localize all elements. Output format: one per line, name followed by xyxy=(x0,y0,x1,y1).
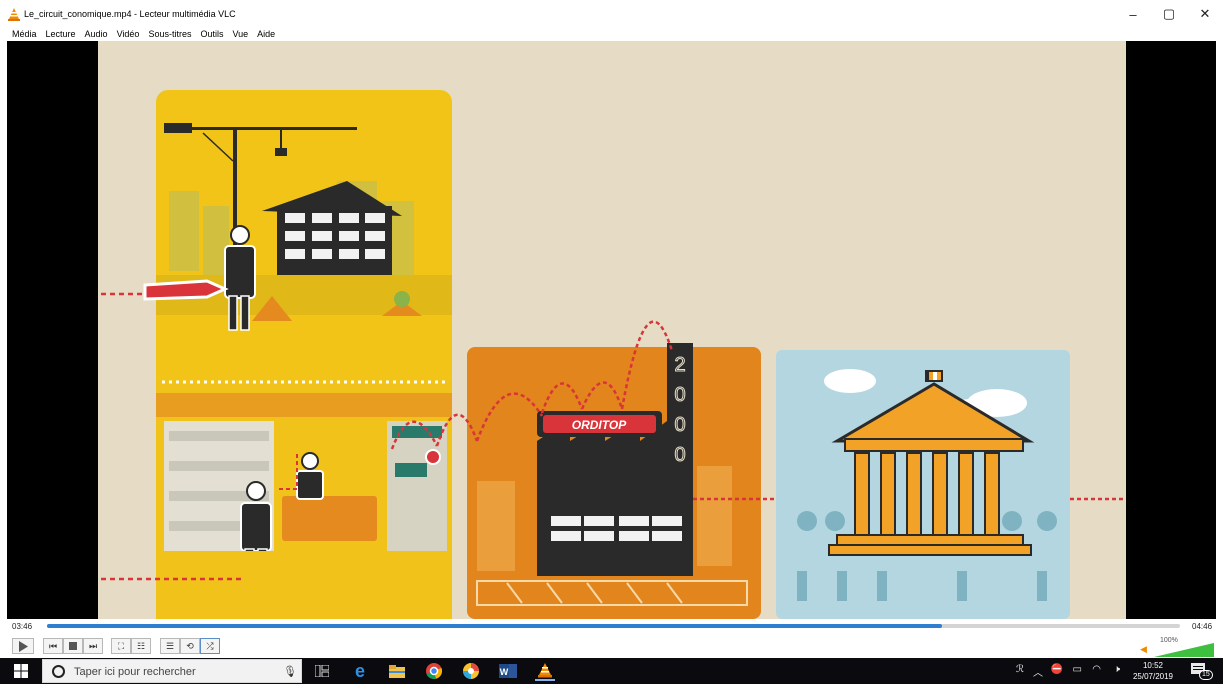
menu-video[interactable]: Vidéo xyxy=(117,29,140,39)
chimney-digit: 0 xyxy=(674,444,685,466)
shuffle-icon: ⤮ xyxy=(206,640,214,651)
search-placeholder: Taper ici pour rechercher xyxy=(74,666,196,678)
menu-help[interactable]: Aide xyxy=(257,29,275,39)
seek-progress xyxy=(47,624,943,628)
volume-control[interactable]: ◀ 100% xyxy=(1140,637,1216,657)
battery-icon[interactable]: ▭ xyxy=(1073,664,1082,675)
seek-bar-row: 03:46 04:46 xyxy=(0,619,1223,634)
window-title: Le_circuit_conomique.mp4 - Lecteur multi… xyxy=(24,9,236,19)
notification-badge: 15 xyxy=(1199,670,1213,680)
menu-bar: Média Lecture Audio Vidéo Sous-titres Ou… xyxy=(0,27,1223,41)
chimney-digit: 2 xyxy=(674,354,685,376)
microphone-icon[interactable]: 🎙 xyxy=(283,665,297,678)
restore-button[interactable]: ▢ xyxy=(1151,0,1187,28)
next-icon: ⏭ xyxy=(88,640,98,651)
minimize-button[interactable]: – xyxy=(1115,0,1151,28)
task-view-icon[interactable] xyxy=(312,661,332,681)
playlist-icon: ☰ xyxy=(165,640,175,651)
close-button[interactable]: ✕ xyxy=(1187,0,1223,28)
stop-icon xyxy=(69,642,77,650)
volume-slider[interactable] xyxy=(1154,643,1214,657)
people-icon[interactable]: ℛ xyxy=(1016,664,1024,675)
stop-button[interactable] xyxy=(63,638,83,654)
cortana-icon xyxy=(52,665,65,678)
windows-taskbar: Taper ici pour rechercher 🎙 e W ℛ ︿ ⛔ ▭ … xyxy=(0,658,1223,684)
action-center-button[interactable]: 15 xyxy=(1191,663,1213,680)
word-icon[interactable]: W xyxy=(498,661,518,681)
fullscreen-button[interactable]: ⛶ xyxy=(111,638,131,654)
play-button[interactable] xyxy=(12,638,34,654)
clock-date: 25/07/2019 xyxy=(1132,672,1174,681)
title-bar: Le_circuit_conomique.mp4 - Lecteur multi… xyxy=(0,0,1223,28)
taskbar-search-box[interactable]: Taper ici pour rechercher 🎙 xyxy=(42,659,302,683)
chevron-up-icon[interactable]: ︿ xyxy=(1033,664,1043,679)
equalizer-icon: ☷ xyxy=(136,640,146,651)
chrome-icon[interactable] xyxy=(424,661,444,681)
vlc-taskbar-icon[interactable] xyxy=(535,661,555,681)
extended-settings-button[interactable]: ☷ xyxy=(131,638,151,654)
taskbar-clock[interactable]: 10:52 25/07/2019 xyxy=(1129,660,1177,682)
fullscreen-icon: ⛶ xyxy=(117,640,125,651)
playlist-button[interactable]: ☰ xyxy=(160,638,180,654)
svg-text:W: W xyxy=(500,667,509,677)
seek-slider[interactable] xyxy=(47,624,1180,628)
speaker-muted-icon[interactable]: 🕨 xyxy=(1114,664,1120,675)
network-icon[interactable]: ⛔ xyxy=(1051,664,1063,675)
playback-controls: ⏮ ⏭ ⛶ ☷ ☰ ⟲ ⤮ ◀ 100% xyxy=(0,634,1223,658)
menu-view[interactable]: Vue xyxy=(232,29,248,39)
play-icon xyxy=(19,640,28,652)
speaker-icon[interactable]: ◀ xyxy=(1140,644,1147,655)
next-button[interactable]: ⏭ xyxy=(83,638,103,654)
edge-icon[interactable]: e xyxy=(350,661,370,681)
clock-time: 10:52 xyxy=(1142,661,1164,670)
chimney-digit: 0 xyxy=(674,414,685,436)
video-surface[interactable]: ORDITOP 2 0 0 0 xyxy=(7,41,1216,619)
previous-icon: ⏮ xyxy=(48,640,58,651)
vlc-cone-icon xyxy=(8,8,20,21)
loop-button[interactable]: ⟲ xyxy=(180,638,200,654)
menu-media[interactable]: Média xyxy=(12,29,37,39)
shuffle-button[interactable]: ⤮ xyxy=(200,638,220,654)
elapsed-time: 03:46 xyxy=(12,622,33,631)
menu-tools[interactable]: Outils xyxy=(200,29,223,39)
menu-subtitles[interactable]: Sous-titres xyxy=(148,29,191,39)
photos-icon[interactable] xyxy=(461,661,481,681)
file-explorer-icon[interactable] xyxy=(387,661,407,681)
loop-icon: ⟲ xyxy=(186,640,194,651)
factory-sign-text: ORDITOP xyxy=(572,418,627,432)
total-time: 04:46 xyxy=(1192,622,1213,631)
chimney-digit: 0 xyxy=(674,384,685,406)
video-frame: ORDITOP 2 0 0 0 xyxy=(98,41,1126,619)
menu-lecture[interactable]: Lecture xyxy=(46,29,76,39)
windows-start-icon[interactable] xyxy=(14,664,28,678)
previous-button[interactable]: ⏮ xyxy=(43,638,63,654)
wifi-icon[interactable]: ◠ xyxy=(1092,664,1101,675)
menu-audio[interactable]: Audio xyxy=(85,29,108,39)
